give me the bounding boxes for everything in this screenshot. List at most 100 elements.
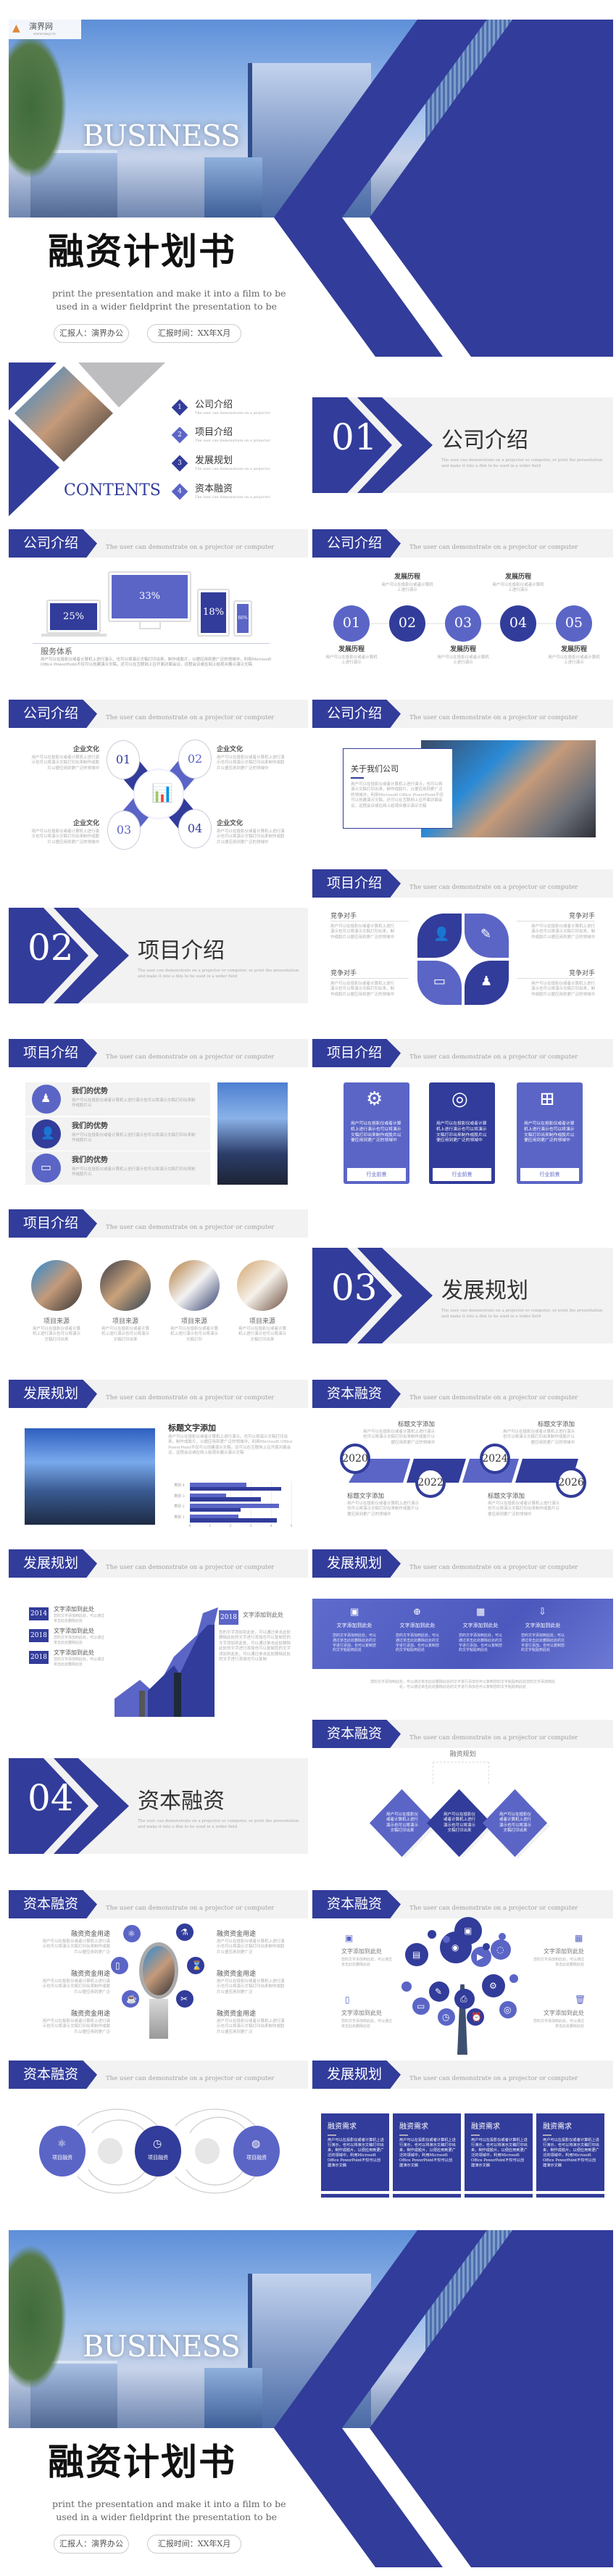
contents-slide: CONTENTS 1 公司介绍 The user can demonstrate on… xyxy=(9,363,308,516)
step-circle-03[interactable]: 03 xyxy=(445,605,481,642)
banner-item-title: 文字添加到此处 xyxy=(399,1623,436,1628)
card-button[interactable]: 行业前景 xyxy=(347,1168,406,1181)
gridline xyxy=(291,1481,292,1523)
tree-item-text: 您的文字添加到此处，可以通过单击此处删除此处 xyxy=(341,1958,393,1967)
section-slide-2: 02 项目介绍 The user can demonstrate on a proj… xyxy=(9,908,308,1003)
contents-item-1[interactable]: 1 公司介绍 The user can demonstrate on a proje… xyxy=(171,399,296,419)
section-desc: The user can demonstrate on a projector … xyxy=(441,458,603,463)
cycle-node-1[interactable]: ⚛ 项目融资 xyxy=(39,2126,86,2177)
company-devices-slide: 公司介绍 The user can demonstrate on a projec… xyxy=(9,529,308,683)
y-category-label: 类别 1 xyxy=(174,1515,185,1520)
year-circle-2026[interactable]: 2026 xyxy=(556,1467,586,1498)
monitor-screen: 33% xyxy=(112,575,188,618)
source-title: 项目来源 xyxy=(43,1318,70,1325)
title-underline xyxy=(328,2134,336,2136)
tree-leaf xyxy=(483,1943,490,1950)
clock-icon: ◷ xyxy=(153,2138,162,2150)
contents-item-2[interactable]: 2 项目介绍 The user can demonstrate on a proje… xyxy=(171,426,296,447)
atom-icon: ⚛ xyxy=(57,2138,67,2150)
advantage-row[interactable]: ▭ 我们的优势 用户可以在投影仪或者计算机上进行演示也可以将演示文稿打印出来制作成胶… xyxy=(25,1151,210,1185)
source-photo xyxy=(100,1260,151,1311)
year-circle-2022[interactable]: 2022 xyxy=(415,1467,446,1498)
section-title: 发展规划 xyxy=(441,1278,528,1304)
header-subtitle: The user can demonstrate on a projector … xyxy=(409,1905,578,1912)
item-label: 公司介绍 xyxy=(195,399,233,410)
cover-title: 融资计划书 xyxy=(48,2440,236,2483)
x-tick-label: 0 xyxy=(188,1524,191,1528)
reporter-pill: 汇报人：演界办公 xyxy=(54,2535,129,2554)
step-text: 用户可以在投影仪或者计算机上进行演示 xyxy=(492,583,544,593)
tree-leaf: ▭ xyxy=(412,1997,430,2015)
timeline-title: 标题文字添加 xyxy=(488,1493,525,1500)
play-icon: ▶ xyxy=(477,1952,484,1962)
use-text: 用户可以在投影仪或者计算机上进行演示也可以将演示文稿打印出来制作成胶片以便应用到… xyxy=(217,1979,285,1995)
contents-item-4[interactable]: 4 资本融资 The user can demonstrate on a proje… xyxy=(171,483,296,503)
wallet-icon: ▤ xyxy=(412,1950,421,1960)
tree-leaf: ◌ xyxy=(491,1939,511,1960)
advantage-row[interactable]: ♟ 我们的优势 用户可以在投影仪或者计算机上进行演示也可以将演示文稿打印出来制作成胶… xyxy=(25,1082,210,1116)
step-circle-05[interactable]: 05 xyxy=(556,605,592,642)
monitor-stand xyxy=(139,622,161,629)
tree-item-text: 您的文字添加到此处，可以通过单击此处删除此处 xyxy=(533,1958,585,1967)
cycle-node-3[interactable]: ◍ 项目融资 xyxy=(233,2126,280,2177)
year-circle-2024[interactable]: 2024 xyxy=(480,1444,510,1474)
header-title: 项目介绍 xyxy=(23,1045,79,1061)
advantage-title: 我们的优势 xyxy=(72,1156,108,1164)
devices-icon: ▭ xyxy=(41,1160,52,1174)
advantage-icon-circle: 👤 xyxy=(32,1119,61,1148)
source-title: 项目来源 xyxy=(112,1318,138,1325)
stopwatch-icon: ◷ xyxy=(442,2012,450,2022)
hourglass-circle: ⌛ xyxy=(187,1957,204,1974)
project-sources-slide: 项目介绍 The user can demonstrate on a projec… xyxy=(9,1209,308,1349)
diamond-text: 用户可以在投影仪或者计算机上进行演示也可以将演示文稿打印出来 xyxy=(444,1813,476,1834)
timeline-text: 用户可以在投影仪或者计算机上进行演示也可以将演示文稿打印出来制作成胶片以便应用到… xyxy=(488,1502,560,1517)
header-title: 资本融资 xyxy=(23,1896,79,1912)
item-number: 2 xyxy=(178,431,182,439)
header-title: 发展规划 xyxy=(23,1386,79,1401)
step-circle-04[interactable]: 04 xyxy=(500,605,536,642)
tree-item-title: 文字添加到此处 xyxy=(544,2010,584,2016)
phone-screen: 66% xyxy=(237,604,249,633)
project-card: ◎ 用户可以在投影仪或者计算机上进行演示也可以将演示文稿打印出来制作成胶片以便应用… xyxy=(429,1082,495,1184)
cycle-node-2[interactable]: ◷ 项目融资 xyxy=(135,2126,181,2177)
download-icon: ⇩ xyxy=(538,1607,546,1618)
culture-title: 企业文化 xyxy=(72,820,99,827)
tree-item-title: 文字添加到此处 xyxy=(341,1948,382,1955)
culture-number: 01 xyxy=(115,753,131,767)
watermark-logo: ▲ 演界网 WWW.YANJ.CN xyxy=(9,20,81,39)
plus-circle-icon: ⊕ xyxy=(413,1607,421,1618)
tree-item-title: 文字添加到此处 xyxy=(544,1948,584,1955)
phone-device: 66% xyxy=(233,600,252,637)
card-button[interactable]: 行业前景 xyxy=(433,1168,491,1181)
cycle-spacer-circle xyxy=(98,2138,122,2164)
cycle-label: 项目融资 xyxy=(246,2155,267,2161)
header-title: 公司介绍 xyxy=(327,705,383,721)
banner-item-text: 您的文字添加到此处，可以通过单击此处删除此处的文字进行添加，也可以复制您的文字粘… xyxy=(396,1633,440,1653)
alarm-icon: ⏰ xyxy=(471,2012,482,2022)
gear-icon: ⚙ xyxy=(366,1088,383,1110)
highlight-title: 文字添加到此处 xyxy=(243,1612,283,1618)
contents-item-3[interactable]: 3 发展规划 The user can demonstrate on a proje… xyxy=(171,455,296,475)
header-title: 发展规划 xyxy=(327,1555,383,1571)
source-photo xyxy=(169,1260,220,1311)
coffee-icon: ☕ xyxy=(126,1994,137,2004)
advantage-row[interactable]: 👤 我们的优势 用户可以在投影仪或者计算机上进行演示也可以将演示文稿打印出来制作成胶… xyxy=(25,1117,210,1151)
business-title: BUSINESS xyxy=(83,2330,241,2364)
year-circle-2020[interactable]: 2020 xyxy=(340,1444,370,1474)
section-title: 资本融资 xyxy=(138,1789,225,1814)
y-category-label: 类别 2 xyxy=(174,1504,185,1509)
image-icon: ▣ xyxy=(350,1607,359,1618)
step-circle-01[interactable]: 01 xyxy=(333,605,370,642)
banner-item-text: 您的文字添加到此处，可以通过单击此处删除此处的文字进行添加，也可以复制您的文字粘… xyxy=(521,1633,565,1653)
step-circle-02[interactable]: 02 xyxy=(389,605,425,642)
header-tag: 发展规划 xyxy=(9,1380,97,1408)
header-tag: 资本融资 xyxy=(312,1720,401,1748)
highlight-year-badge: 2018 xyxy=(219,1610,238,1625)
header-subtitle: The user can demonstrate on a projector … xyxy=(106,1394,275,1401)
timeline-text: 用户可以在投影仪或者计算机上进行演示也可以将演示文稿打印出来制作成胶片以便应用到… xyxy=(362,1430,435,1445)
source-text: 用户可以在投影仪或者计算机上进行演示也可以将演示文稿打印 xyxy=(170,1327,218,1342)
plan-banner-slide: 发展规划 The user can demonstrate on a projec… xyxy=(312,1549,613,1698)
card-button[interactable]: 行业前景 xyxy=(520,1168,579,1181)
item-sub: The user can demonstrate on a projector xyxy=(195,439,270,443)
item-sub: The user can demonstrate on a projector xyxy=(195,467,270,471)
